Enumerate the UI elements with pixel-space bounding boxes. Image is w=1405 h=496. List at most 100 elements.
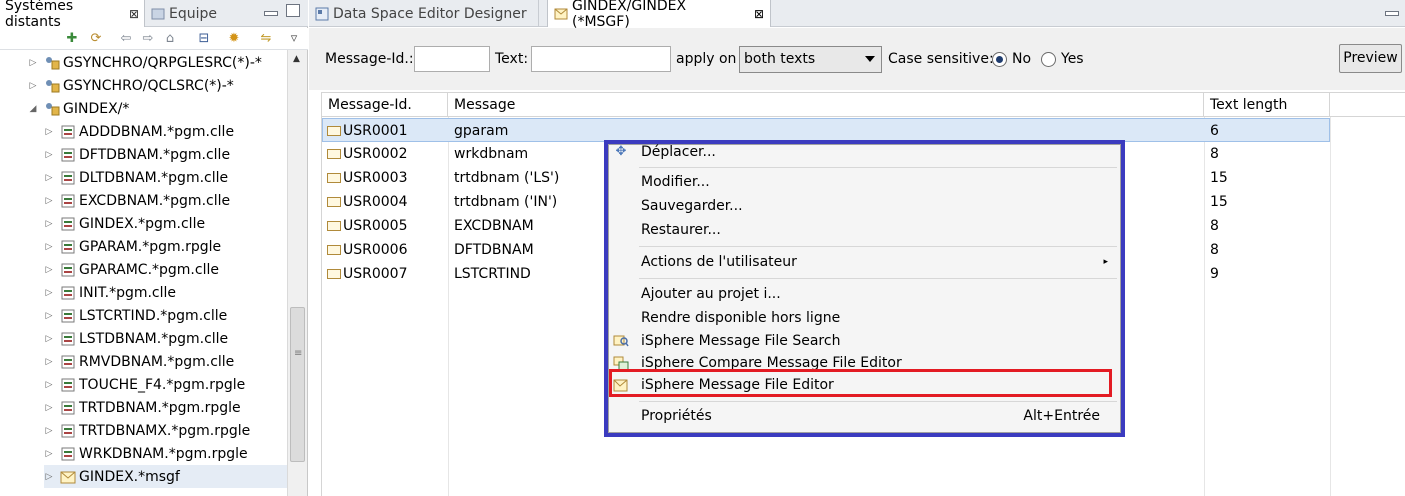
program-icon [60,354,76,369]
minimize-button[interactable] [264,11,278,16]
expand-arrow-icon[interactable]: ▷ [44,288,54,298]
close-icon[interactable]: ⊠ [754,7,764,21]
tab-remote-systems[interactable]: Systèmes distants ⊠ [0,0,145,30]
tree-item[interactable]: ▷ RMVDBNAM.*pgm.clle [44,350,235,373]
message-file-icon [554,7,568,21]
menu-item-label: Ajouter au projet i... [641,286,781,302]
scroll-up-icon[interactable]: ▲ [293,54,300,64]
tree-item[interactable]: ▷ GPARAMC.*pgm.clle [44,258,219,281]
link-editor-icon[interactable]: ⇋ [258,31,274,47]
table-row[interactable]: USR0001 gparam 6 [322,118,1330,142]
column-header-message[interactable]: Message [448,93,1204,117]
tree-item-label: WRKDBNAM.*pgm.rpgle [79,445,248,462]
menu-item-make-offline[interactable]: Rendre disponible hors ligne [609,307,1120,330]
expand-arrow-icon[interactable]: ▷ [28,58,38,68]
preview-button[interactable]: Preview [1339,44,1402,73]
tree-item-label: GINDEX.*pgm.clle [79,215,206,232]
expand-arrow-icon[interactable]: ▷ [44,403,54,413]
filter-icon[interactable]: ✹ [226,31,242,47]
tree-item-label: DLTDBNAM.*pgm.clle [79,169,229,186]
message-id-label: Message-Id.: [325,51,414,67]
message-cell: trtdbnam ('LS') [454,170,560,186]
menu-item-isphere-search[interactable]: iSphere Message File Search [609,330,1120,353]
tree-item[interactable]: ▷ TRTDBNAM.*pgm.rpgle [44,396,241,419]
menu-item-properties[interactable]: Propriétés Alt+Entrée [609,405,1120,428]
tab-label: Data Space Editor Designer [333,5,527,22]
tree-item[interactable]: ▷ GSYNCHRO/QRPGLESRC(*)-* [28,51,262,74]
tab-data-space-editor[interactable]: Data Space Editor Designer [309,0,539,27]
expand-arrow-icon[interactable]: ▷ [44,173,54,183]
message-icon [327,173,341,183]
home-icon[interactable]: ⌂ [162,31,178,47]
grip-icon: ≡ [294,348,303,359]
view-window-controls [264,4,300,17]
program-icon [60,124,76,139]
menu-item-modify[interactable]: Modifier... [609,171,1120,194]
expand-arrow-icon[interactable]: ▷ [44,449,54,459]
tree-item[interactable]: ▷ TOUCHE_F4.*pgm.rpgle [44,373,246,396]
tab-gindex-msgf[interactable]: GINDEX/GINDEX (*MSGF) ⊠ [547,0,771,30]
text-input[interactable] [531,46,671,72]
tree-item[interactable]: ▷ LSTCRTIND.*pgm.clle [44,304,228,327]
back-icon[interactable]: ⇦ [118,31,134,47]
tree-item[interactable]: ▷ LSTDBNAM.*pgm.clle [44,327,229,350]
expand-arrow-icon[interactable]: ▷ [44,127,54,137]
menu-separator [639,167,1117,168]
maximize-button[interactable] [286,4,300,17]
collapse-arrow-icon[interactable]: ◢ [28,104,38,114]
close-icon[interactable]: ⊠ [129,7,139,21]
expand-arrow-icon[interactable]: ▷ [44,380,54,390]
message-id-input[interactable] [414,46,490,72]
apply-on-select[interactable]: both texts [739,46,882,73]
column-header-length[interactable]: Text length [1204,93,1330,117]
tree-scrollbar[interactable]: ▲ ≡ [287,50,307,496]
expand-arrow-icon[interactable]: ▷ [44,311,54,321]
tree-item[interactable]: ▷ DFTDBNAM.*pgm.clle [44,143,231,166]
filter-node-icon [44,55,60,70]
scrollbar-thumb[interactable] [290,307,305,462]
menu-item-move[interactable]: ✥ Déplacer... [609,141,1120,164]
tree-item[interactable]: ◢ GINDEX/* [28,97,130,120]
new-connection-icon[interactable]: ✚ [64,31,80,47]
tree-item[interactable]: ▷ GSYNCHRO/QCLSRC(*)-* [28,74,234,97]
expand-arrow-icon[interactable]: ▷ [44,150,54,160]
tree-item[interactable]: ▷ DLTDBNAM.*pgm.clle [44,166,229,189]
table-header: Message-Id. Message Text length [322,93,1405,117]
menu-item-add-to-project[interactable]: Ajouter au projet i... [609,283,1120,306]
view-menu-icon[interactable]: ▿ [286,31,302,47]
message-file-icon [60,469,76,484]
expand-arrow-icon[interactable]: ▷ [44,219,54,229]
menu-item-restore[interactable]: Restaurer... [609,219,1120,242]
tree-item[interactable]: ▷ GINDEX.*pgm.clle [44,212,206,235]
expand-arrow-icon[interactable]: ▷ [44,265,54,275]
expand-arrow-icon[interactable]: ▷ [44,472,54,482]
tree-item-selected[interactable]: ▷ GINDEX.*msgf [44,465,287,488]
expand-arrow-icon[interactable]: ▷ [44,334,54,344]
program-icon [60,262,76,277]
message-cell: wrkdbnam [454,146,529,162]
tab-team[interactable]: Equipe [146,0,256,27]
expand-arrow-icon[interactable]: ▷ [44,196,54,206]
tree-item[interactable]: ▷ EXCDBNAM.*pgm.clle [44,189,231,212]
message-id-cell: USR0007 [327,262,408,286]
expand-arrow-icon[interactable]: ▷ [44,242,54,252]
case-no-radio[interactable] [992,52,1007,67]
expand-arrow-icon[interactable]: ▷ [28,81,38,91]
expand-arrow-icon[interactable]: ▷ [44,426,54,436]
menu-item-save[interactable]: Sauvegarder... [609,195,1120,218]
forward-icon[interactable]: ⇨ [140,31,156,47]
collapse-all-icon[interactable]: ⊟ [196,31,212,47]
tree-item[interactable]: ▷ INIT.*pgm.clle [44,281,177,304]
text-length-cell: 15 [1210,170,1228,186]
tree-item[interactable]: ▷ ADDDBNAM.*pgm.clle [44,120,235,143]
editor-minimize-button[interactable] [1385,11,1399,16]
tree-item[interactable]: ▷ WRKDBNAM.*pgm.rpgle [44,442,248,465]
column-header-id[interactable]: Message-Id. [322,93,448,117]
refresh-icon[interactable]: ⟳ [88,31,104,47]
tree-item[interactable]: ▷ GPARAM.*pgm.rpgle [44,235,222,258]
expand-arrow-icon[interactable]: ▷ [44,357,54,367]
menu-item-user-actions[interactable]: Actions de l'utilisateur ▸ [609,251,1120,274]
tree-item[interactable]: ▷ TRTDBNAMX.*pgm.rpgle [44,419,251,442]
case-yes-radio[interactable] [1041,52,1056,67]
message-id-cell: USR0004 [327,190,408,214]
